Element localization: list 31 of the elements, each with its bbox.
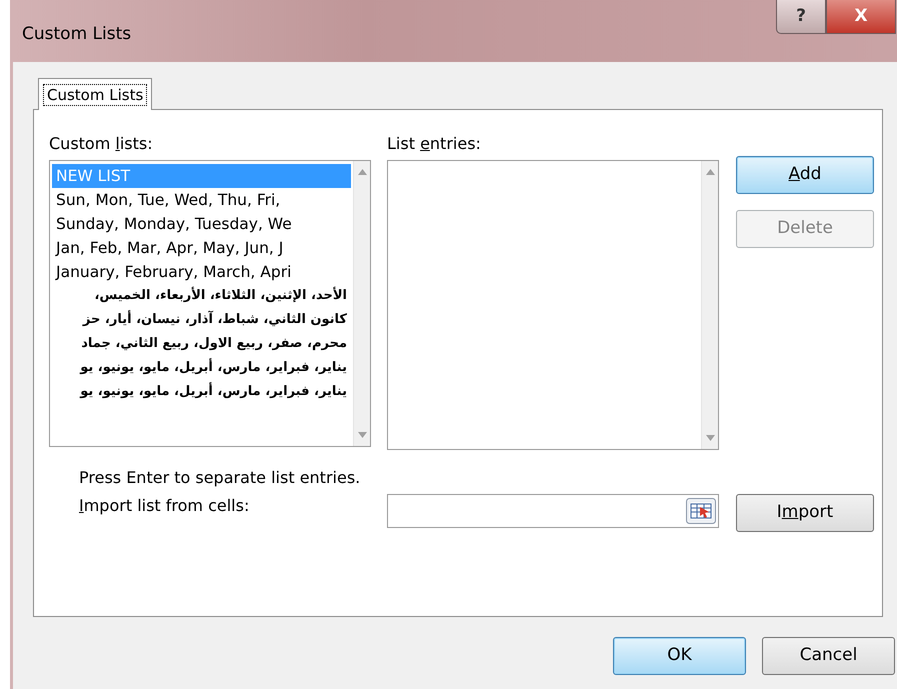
list-item[interactable]: Jan, Feb, Mar, Apr, May, Jun, J — [52, 236, 351, 260]
list-entries-label: List entries: — [387, 132, 482, 154]
custom-lists-listbox[interactable] — [49, 160, 371, 446]
scrollbar[interactable] — [701, 160, 718, 448]
close-button[interactable]: X — [826, 0, 896, 34]
scroll-down-icon[interactable] — [706, 434, 714, 440]
list-item[interactable]: Sunday, Monday, Tuesday, We — [52, 212, 351, 236]
list-item[interactable]: محرم، صفر، ربيع الاول، ربيع الثاني، جماد — [52, 332, 351, 356]
window-title: Custom Lists — [22, 23, 132, 46]
dialog-button[interactable]: OK — [613, 636, 746, 674]
hint-text: Press Enter to separate list entries. — [79, 466, 362, 488]
import-range-field[interactable] — [387, 494, 719, 528]
list-item[interactable]: كانون الثاني، شباط، آذار، نيسان، أيار، حز — [52, 308, 351, 332]
import-button[interactable]: Import — [736, 494, 874, 532]
list-button[interactable]: Add — [736, 156, 874, 194]
list-entries-box[interactable] — [387, 160, 719, 450]
help-button[interactable]: ? — [776, 0, 826, 34]
tab[interactable]: Custom Lists — [38, 78, 152, 110]
import-label: Import list from cells: — [79, 494, 250, 516]
list-item[interactable]: يناير، فبراير، مارس، أبريل، مايو، يونيو، يو — [52, 380, 351, 404]
list-item[interactable]: الأحد، الإثنين، الثلاثاء، الأربعاء، الخميس، — [52, 284, 351, 308]
custom-lists-label: Custom lists: — [49, 132, 154, 154]
scroll-up-icon[interactable] — [358, 168, 366, 174]
scroll-up-icon[interactable] — [706, 168, 714, 174]
dialog-button[interactable]: Cancel — [762, 636, 895, 674]
scroll-down-icon[interactable] — [358, 432, 366, 438]
range-picker-icon[interactable] — [686, 498, 716, 524]
list-item[interactable]: يناير، فبراير، مارس، أبريل، مايو، يونيو، يو — [52, 356, 351, 380]
list-item[interactable]: January, February, March, Apri — [52, 260, 351, 284]
list-item[interactable]: Sun, Mon, Tue, Wed, Thu, Fri, — [52, 188, 351, 212]
scrollbar[interactable] — [353, 160, 370, 446]
